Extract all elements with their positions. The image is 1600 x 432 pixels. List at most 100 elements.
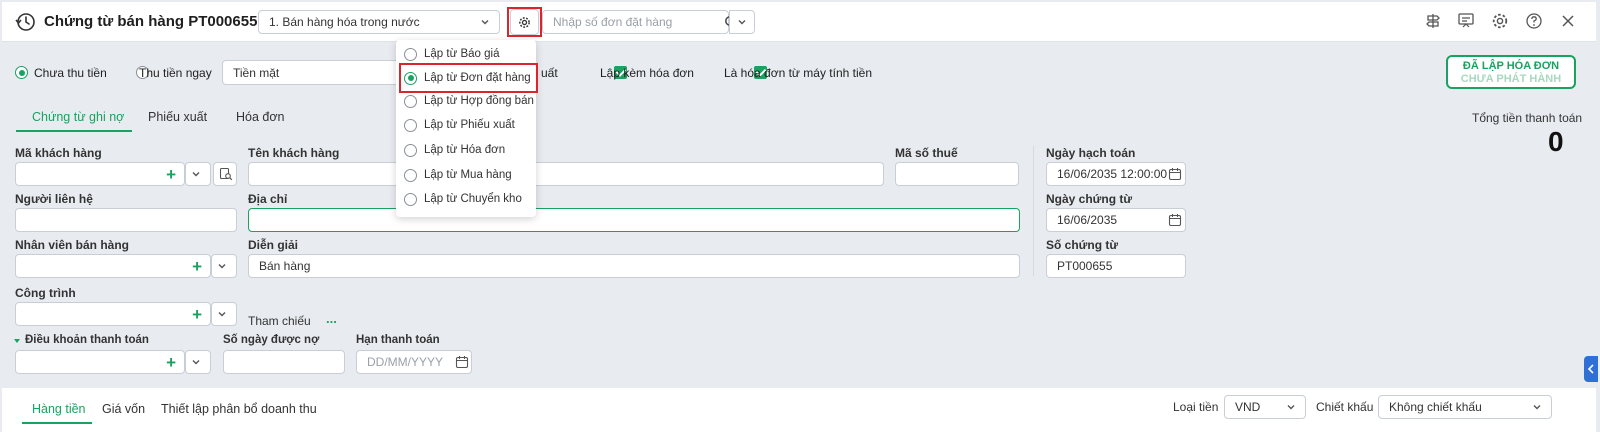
radio-icon bbox=[404, 192, 417, 206]
contact-input[interactable] bbox=[15, 208, 237, 232]
history-icon[interactable] bbox=[14, 11, 36, 33]
active-bottom-tab-indicator bbox=[22, 422, 92, 424]
voucher-no-input[interactable]: PT000655 bbox=[1046, 254, 1186, 278]
calendar-icon[interactable] bbox=[455, 355, 469, 369]
form-divider bbox=[1033, 146, 1034, 276]
add-project-icon[interactable]: + bbox=[192, 306, 202, 323]
customer-code-label: Mã khách hàng bbox=[15, 146, 102, 160]
chevron-down-icon bbox=[738, 20, 746, 25]
unpaid-label: Chưa thu tiền bbox=[34, 66, 107, 80]
contact-label: Người liên hệ bbox=[15, 192, 93, 206]
project-label: Công trình bbox=[15, 286, 76, 300]
active-tab-indicator bbox=[16, 130, 132, 132]
page-title: Chứng từ bán hàng PT000655 bbox=[44, 13, 258, 30]
gear-icon[interactable] bbox=[1491, 12, 1509, 30]
order-search-dropdown[interactable] bbox=[729, 10, 755, 34]
tax-code-input[interactable] bbox=[895, 162, 1019, 186]
voucher-date-label: Ngày chứng từ bbox=[1046, 192, 1133, 206]
radio-icon bbox=[404, 118, 417, 132]
menu-item-from-quote[interactable]: Lập từ Báo giá bbox=[404, 43, 499, 65]
with-invoice-label: Lập kèm hóa đơn bbox=[600, 66, 694, 80]
chevron-down-icon bbox=[1533, 405, 1541, 410]
debt-days-input[interactable] bbox=[223, 350, 345, 374]
paid-now-label: Thu tiền ngay bbox=[139, 66, 212, 80]
currency-label: Loại tiền bbox=[1173, 400, 1219, 414]
unpaid-radio[interactable] bbox=[15, 66, 28, 79]
tab-invoice[interactable]: Hóa đơn bbox=[236, 110, 285, 124]
tab-goods-money[interactable]: Hàng tiền bbox=[32, 402, 86, 416]
customer-code-dropdown[interactable] bbox=[185, 162, 211, 186]
cash-register-invoice-label: Là hóa đơn từ máy tính tiền bbox=[724, 66, 872, 80]
menu-item-from-invoice[interactable]: Lập từ Hóa đơn bbox=[404, 139, 505, 161]
address-input[interactable] bbox=[248, 208, 1020, 232]
sales-staff-label: Nhân viên bán hàng bbox=[15, 238, 130, 252]
customer-code-input[interactable]: + bbox=[15, 162, 185, 186]
presentation-icon[interactable] bbox=[1457, 12, 1475, 30]
discount-label: Chiết khấu bbox=[1316, 400, 1374, 414]
status-badge: ĐÃ LẬP HÓA ĐƠN CHƯA PHÁT HÀNH bbox=[1446, 55, 1576, 89]
posting-date-label: Ngày hạch toán bbox=[1046, 146, 1136, 160]
add-customer-icon[interactable]: + bbox=[166, 166, 176, 183]
chevron-down-icon bbox=[192, 360, 200, 365]
add-staff-icon[interactable]: + bbox=[192, 258, 202, 275]
chevron-down-icon bbox=[192, 172, 200, 177]
chevron-down-icon bbox=[481, 20, 489, 25]
reference-more-link[interactable]: ... bbox=[326, 311, 337, 326]
calendar-icon[interactable] bbox=[1168, 167, 1182, 181]
tax-code-label: Mã số thuế bbox=[895, 146, 958, 160]
tab-debit-voucher[interactable]: Chứng từ ghi nợ bbox=[32, 110, 124, 124]
collapse-caret-icon[interactable] bbox=[13, 337, 21, 345]
contact-search-icon bbox=[219, 167, 233, 181]
currency-select[interactable]: VND bbox=[1224, 395, 1306, 419]
discount-select[interactable]: Không chiết khấu bbox=[1378, 395, 1552, 419]
payment-terms-dropdown[interactable] bbox=[185, 350, 211, 374]
side-panel-toggle[interactable] bbox=[1584, 356, 1598, 382]
posting-date-input[interactable]: 16/06/2035 12:00:00 bbox=[1046, 162, 1186, 186]
chevron-down-icon bbox=[1287, 405, 1295, 410]
voucher-date-input[interactable]: 16/06/2035 bbox=[1046, 208, 1186, 232]
voucher-no-label: Số chứng từ bbox=[1046, 238, 1119, 252]
chevron-down-icon bbox=[218, 312, 226, 317]
menu-item-from-purchase[interactable]: Lập từ Mua hàng bbox=[404, 164, 512, 186]
project-input[interactable]: + bbox=[15, 302, 211, 326]
chevron-left-icon bbox=[1587, 364, 1594, 374]
radio-icon bbox=[404, 47, 417, 61]
calendar-icon[interactable] bbox=[1168, 213, 1182, 227]
reference-label: Tham chiếu bbox=[248, 314, 311, 328]
order-search-input[interactable]: Nhập số đơn đặt hàng bbox=[542, 10, 729, 34]
sale-type-select[interactable]: 1. Bán hàng hóa trong nước bbox=[258, 10, 500, 34]
sale-type-value: 1. Bán hàng hóa trong nước bbox=[269, 15, 420, 29]
signpost-icon[interactable] bbox=[1424, 12, 1442, 30]
radio-icon bbox=[404, 143, 417, 157]
project-dropdown[interactable] bbox=[211, 302, 237, 326]
radio-icon bbox=[404, 168, 417, 182]
debt-days-label: Số ngày được nợ bbox=[223, 334, 320, 346]
sales-staff-input[interactable]: + bbox=[15, 254, 211, 278]
chevron-down-icon bbox=[218, 264, 226, 269]
due-date-label: Hạn thanh toán bbox=[356, 334, 440, 346]
tab-delivery-note[interactable]: Phiếu xuất bbox=[148, 110, 207, 124]
tab-cost-price[interactable]: Giá vốn bbox=[102, 402, 145, 416]
tab-revenue-allocation[interactable]: Thiết lập phân bổ doanh thu bbox=[161, 402, 317, 416]
customer-name-label: Tên khách hàng bbox=[248, 146, 340, 160]
customer-lookup-button[interactable] bbox=[213, 162, 237, 186]
menu-item-from-contract[interactable]: Lập từ Hợp đồng bán bbox=[404, 90, 534, 112]
help-icon[interactable] bbox=[1525, 12, 1543, 30]
payment-method-select[interactable]: Tiền mặt bbox=[222, 60, 402, 85]
menu-item-from-transfer[interactable]: Lập từ Chuyển kho bbox=[404, 188, 522, 210]
settings-highlight bbox=[507, 7, 542, 37]
partial-option-label: uất bbox=[541, 66, 558, 80]
description-label: Diễn giải bbox=[248, 238, 299, 252]
close-icon[interactable] bbox=[1559, 12, 1577, 30]
menu-item-from-delivery-note[interactable]: Lập từ Phiếu xuất bbox=[404, 114, 515, 136]
description-input[interactable]: Bán hàng bbox=[248, 254, 1020, 278]
add-payment-terms-icon[interactable]: + bbox=[166, 354, 176, 371]
customer-name-input[interactable] bbox=[248, 162, 884, 186]
radio-icon bbox=[404, 94, 417, 108]
total-label: Tổng tiền thanh toán bbox=[1472, 111, 1583, 125]
payment-terms-label: Điều khoản thanh toán bbox=[25, 334, 149, 346]
sales-order-highlight bbox=[399, 63, 538, 93]
sales-staff-dropdown[interactable] bbox=[211, 254, 237, 278]
address-label: Địa chỉ bbox=[248, 192, 288, 206]
payment-terms-input[interactable]: + bbox=[15, 350, 185, 374]
